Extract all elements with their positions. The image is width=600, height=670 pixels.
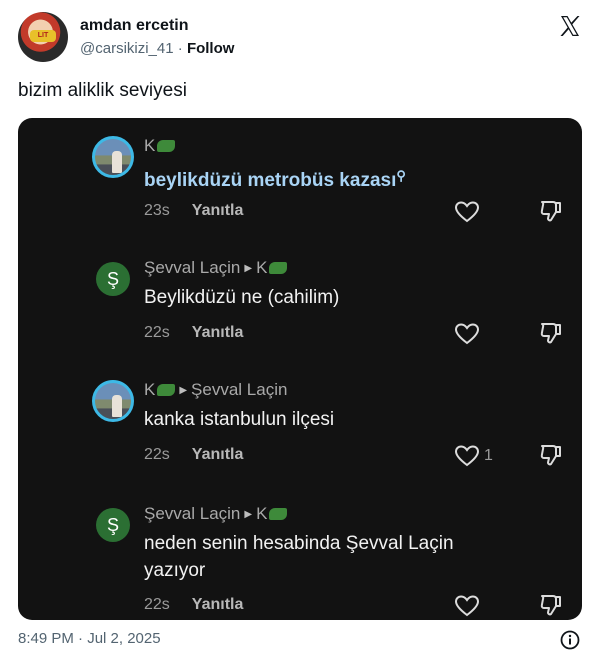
comment-meta: 22s Yanıtla [144,446,243,464]
comment-author: K ▶ Şevval Laçin [144,380,287,400]
heart-icon[interactable] [454,322,480,346]
tweet-timestamp[interactable]: 8:49 PM · Jul 2, 2025 [18,630,161,647]
reply-to-name: K [256,258,268,277]
search-icon: ⚲ [396,168,406,183]
reply-arrow-icon: ▶ [244,509,253,520]
reply-to-name: K [256,504,268,523]
commenter-avatar[interactable] [92,380,134,422]
comment-text: kanka istanbulun ilçesi [144,409,335,430]
avatar-glasses-text: LIT [30,30,56,42]
user-avatar[interactable]: LIT [18,12,68,62]
reply-button[interactable]: Yanıtla [192,596,244,613]
crocodile-emoji-icon [157,384,176,396]
author-name: K [144,380,156,399]
comment-time: 22s [144,446,170,463]
info-icon[interactable] [560,630,580,650]
reply-arrow-icon: ▶ [179,385,188,396]
display-name[interactable]: amdan ercetin [80,17,188,35]
comment-text: neden senin hesabinda Şevval Laçin yazıy… [144,533,454,581]
author-name: Şevval Laçin [144,258,241,277]
commenter-avatar[interactable] [92,136,134,178]
author-name: K [144,136,156,155]
tweet-header: LIT amdan ercetin @carsikizi_41 · Follow [18,12,582,68]
heart-icon[interactable] [454,594,480,618]
comment-meta: 22s Yanıtla [144,324,243,342]
like-count: 1 [484,447,493,464]
author-name: Şevval Laçin [144,504,241,523]
user-handle[interactable]: @carsikizi_41 [80,40,174,57]
crocodile-emoji-icon [157,140,176,152]
comment-time: 22s [144,596,170,613]
heart-icon[interactable] [454,444,480,468]
dislike-icon[interactable] [538,442,564,468]
reply-arrow-icon: ▶ [244,263,253,274]
commenter-avatar[interactable]: Ş [96,262,130,296]
crocodile-emoji-icon [269,262,288,274]
comment-author: Şevval Laçin ▶ K [144,258,288,278]
comment-text: Beylikdüzü ne (cahilim) [144,287,340,308]
comment-author: K [144,136,176,156]
tweet-text: bizim aliklik seviyesi [18,80,187,101]
tweet-media-screenshot[interactable]: K beylikdüzü metrobüs kazası⚲ 23s Yanıtla… [18,118,582,620]
heart-icon[interactable] [454,200,480,224]
crocodile-emoji-icon [269,508,288,520]
x-logo-icon[interactable] [558,14,582,38]
comment-meta: 22s Yanıtla [144,596,243,614]
comment-text[interactable]: beylikdüzü metrobüs kazası⚲ [144,162,524,194]
reply-button[interactable]: Yanıtla [192,202,244,219]
separator-dot: · [177,40,183,57]
dislike-icon[interactable] [538,320,564,346]
reply-button[interactable]: Yanıtla [192,446,244,463]
comment-search-link[interactable]: beylikdüzü metrobüs kazası [144,170,396,191]
reply-to-name: Şevval Laçin [191,380,288,399]
comment-time: 23s [144,202,170,219]
reply-button[interactable]: Yanıtla [192,324,244,341]
dislike-icon[interactable] [538,592,564,618]
comment-author: Şevval Laçin ▶ K [144,504,288,524]
dislike-icon[interactable] [538,198,564,224]
comment-meta: 23s Yanıtla [144,202,243,220]
comment-time: 22s [144,324,170,341]
commenter-avatar[interactable]: Ş [96,508,130,542]
follow-button[interactable]: Follow [187,40,235,57]
handle-row: @carsikizi_41 · Follow [80,40,234,57]
